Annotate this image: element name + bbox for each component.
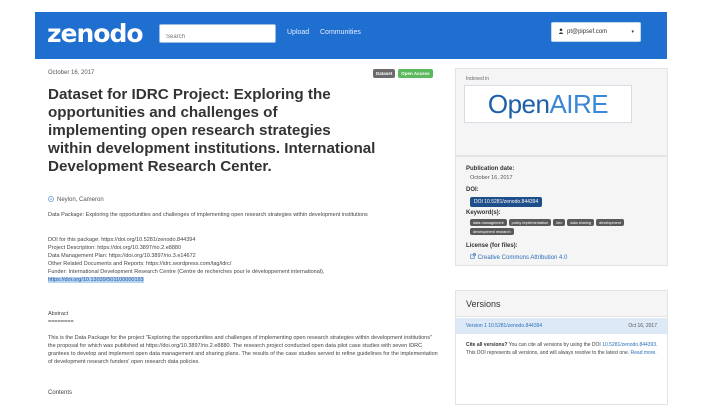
version-link[interactable]: Version 1 10.5281/zenodo.844394 — [466, 323, 542, 329]
link-line-related[interactable]: Other Related Documents and Reports: htt… — [48, 260, 438, 268]
link-line-doi[interactable]: DOI for this package: https://doi.org/10… — [48, 236, 438, 244]
doi-label: DOI: — [466, 187, 479, 193]
record-description: Data Package: Exploring the opportunitie… — [48, 212, 368, 218]
chevron-down-icon: ▾ — [631, 29, 634, 35]
search-box[interactable] — [159, 24, 276, 46]
openaire-logo-aire: AIRE — [549, 88, 609, 119]
abstract-heading: Abstract ======== — [48, 310, 74, 326]
funder-link[interactable]: https://doi.org/10.13039/501100000193 — [48, 277, 144, 283]
author: Neylon, Cameron — [48, 196, 104, 204]
page: zenodo Upload Communities pt@pipsef.com … — [0, 0, 720, 405]
abstract-rule: ======== — [48, 319, 74, 325]
search-input[interactable] — [160, 28, 275, 46]
publication-date-value: October 16, 2017 — [470, 175, 513, 181]
publication-date-label: Publication date: — [466, 166, 515, 172]
link-line-dmp[interactable]: Data Management Plan: https://doi.org/10… — [48, 252, 438, 260]
dataset-badge[interactable]: Dataset — [373, 69, 396, 78]
nav-communities-link[interactable]: Communities — [320, 29, 361, 36]
keyword-tag[interactable]: development — [596, 219, 624, 226]
cite-all-text: You can cite all versions by using the D… — [507, 342, 603, 348]
author-icon — [48, 196, 54, 204]
cite-all-versions: Cite all versions? You can cite all vers… — [466, 342, 661, 357]
keyword-tag[interactable]: data management — [470, 219, 507, 226]
openaire-panel: Indexed in Open AIRE — [455, 68, 668, 156]
link-line-project[interactable]: Project Description: https://doi.org/10.… — [48, 244, 438, 252]
indexed-in-label: Indexed in — [466, 76, 490, 82]
license-text: Creative Commons Attribution 4.0 — [477, 255, 568, 261]
keyword-tag[interactable]: data sharing — [567, 219, 595, 226]
concept-doi-link[interactable]: 10.5281/zenodo.844393 — [602, 342, 656, 348]
keyword-tag[interactable]: development research — [470, 228, 514, 235]
zenodo-logo[interactable]: zenodo — [47, 19, 144, 49]
abstract-title: Abstract — [48, 311, 69, 317]
versions-heading: Versions — [456, 291, 667, 317]
abstract-text: This is the Data Package for the project… — [48, 335, 438, 365]
cite-all-bold: Cite all versions? — [466, 342, 508, 348]
contents-heading: Contents — [48, 390, 73, 396]
license-label: License (for files): — [466, 243, 518, 249]
record-title: Dataset for IDRC Project: Exploring the … — [48, 86, 376, 175]
nav-upload-link[interactable]: Upload — [287, 29, 309, 36]
doi-badge[interactable]: DOI 10.5281/zenodo.844394 — [470, 197, 543, 207]
read-more-link[interactable]: Read more. — [631, 350, 657, 356]
user-icon — [558, 28, 564, 36]
version-row[interactable]: Version 1 10.5281/zenodo.844394 Oct 16, … — [456, 318, 667, 334]
open-access-badge[interactable]: Open Access — [398, 69, 433, 78]
user-email: pt@pipsef.com — [567, 29, 608, 35]
openaire-logo[interactable]: Open AIRE — [464, 85, 632, 123]
keyword-tag[interactable]: idrc — [553, 219, 566, 226]
metadata-panel: Publication date: October 16, 2017 DOI: … — [455, 156, 668, 266]
versions-panel: Versions Version 1 10.5281/zenodo.844394… — [455, 290, 668, 405]
publication-date: October 16, 2017 — [48, 70, 95, 76]
keyword-tag[interactable]: policy implementation — [508, 219, 552, 226]
openaire-logo-open: Open — [487, 88, 550, 119]
version-date: Oct 16, 2017 — [628, 323, 657, 329]
link-line-funder: Funder: International Development Resear… — [48, 269, 325, 275]
external-link-icon — [470, 253, 478, 261]
record-badges: Dataset Open Access — [373, 69, 433, 78]
keywords-label: Keyword(s): — [466, 210, 501, 216]
top-navbar: zenodo Upload Communities pt@pipsef.com … — [35, 12, 667, 59]
license-link[interactable]: Creative Commons Attribution 4.0 — [470, 253, 567, 261]
keywords-list: data management policy implementation id… — [470, 219, 660, 235]
user-menu-button[interactable]: pt@pipsef.com ▾ — [551, 22, 641, 42]
record-links: DOI for this package: https://doi.org/10… — [48, 236, 438, 284]
author-name[interactable]: Neylon, Cameron — [57, 197, 104, 203]
